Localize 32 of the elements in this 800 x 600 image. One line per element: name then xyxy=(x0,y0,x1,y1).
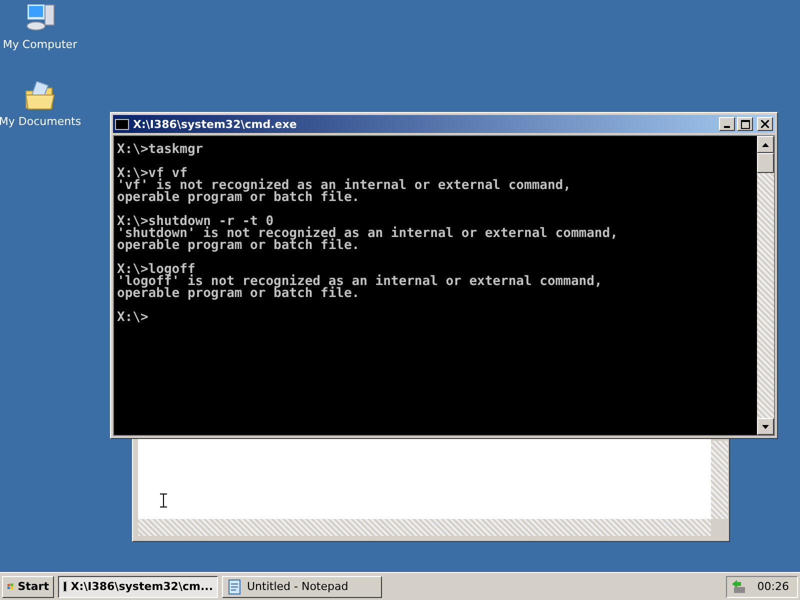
start-button[interactable]: Start xyxy=(2,576,54,598)
minimize-button[interactable] xyxy=(719,117,735,131)
horizontal-scrollbar[interactable] xyxy=(138,519,711,536)
close-icon xyxy=(761,120,769,128)
console-line: X:\>taskmgr xyxy=(117,144,204,156)
clock: 00:26 xyxy=(757,580,789,593)
console-line: X:\>vf vf xyxy=(117,168,188,180)
console-line: operable program or batch file. xyxy=(117,288,361,300)
scroll-thumb[interactable] xyxy=(757,153,774,173)
scroll-down-button[interactable] xyxy=(757,418,774,435)
notepad-icon xyxy=(227,578,243,594)
console-line: operable program or batch file. xyxy=(117,240,361,252)
desktop-icon-label[interactable]: My Documents xyxy=(0,115,82,128)
folder-icon[interactable] xyxy=(24,81,56,111)
maximize-button[interactable] xyxy=(737,117,753,131)
close-button[interactable] xyxy=(757,117,773,131)
window-title: X:\I386\system32\cmd.exe xyxy=(133,118,298,130)
console-line: X:\>logoff xyxy=(117,264,196,276)
console-line: operable program or batch file. xyxy=(117,192,361,204)
up-arrow-icon xyxy=(762,142,769,146)
vertical-scrollbar[interactable] xyxy=(757,136,774,435)
text-cursor-icon xyxy=(160,493,167,508)
vertical-scrollbar[interactable] xyxy=(711,441,728,519)
scroll-up-button[interactable] xyxy=(757,136,774,153)
console-line: X:\>shutdown -r -t 0 xyxy=(117,216,274,228)
down-arrow-icon xyxy=(762,424,769,428)
console-line: X:\> xyxy=(117,312,150,324)
taskbar-button[interactable]: Untitled - Notepad xyxy=(222,576,382,598)
taskbar-button[interactable]: X:\I386\system32\cm... xyxy=(58,576,218,598)
console-line: 'shutdown' is not recognized as an internal or external command, xyxy=(117,228,619,240)
maximize-icon xyxy=(740,120,750,128)
desktop-icon-label[interactable]: My Computer xyxy=(2,38,78,51)
